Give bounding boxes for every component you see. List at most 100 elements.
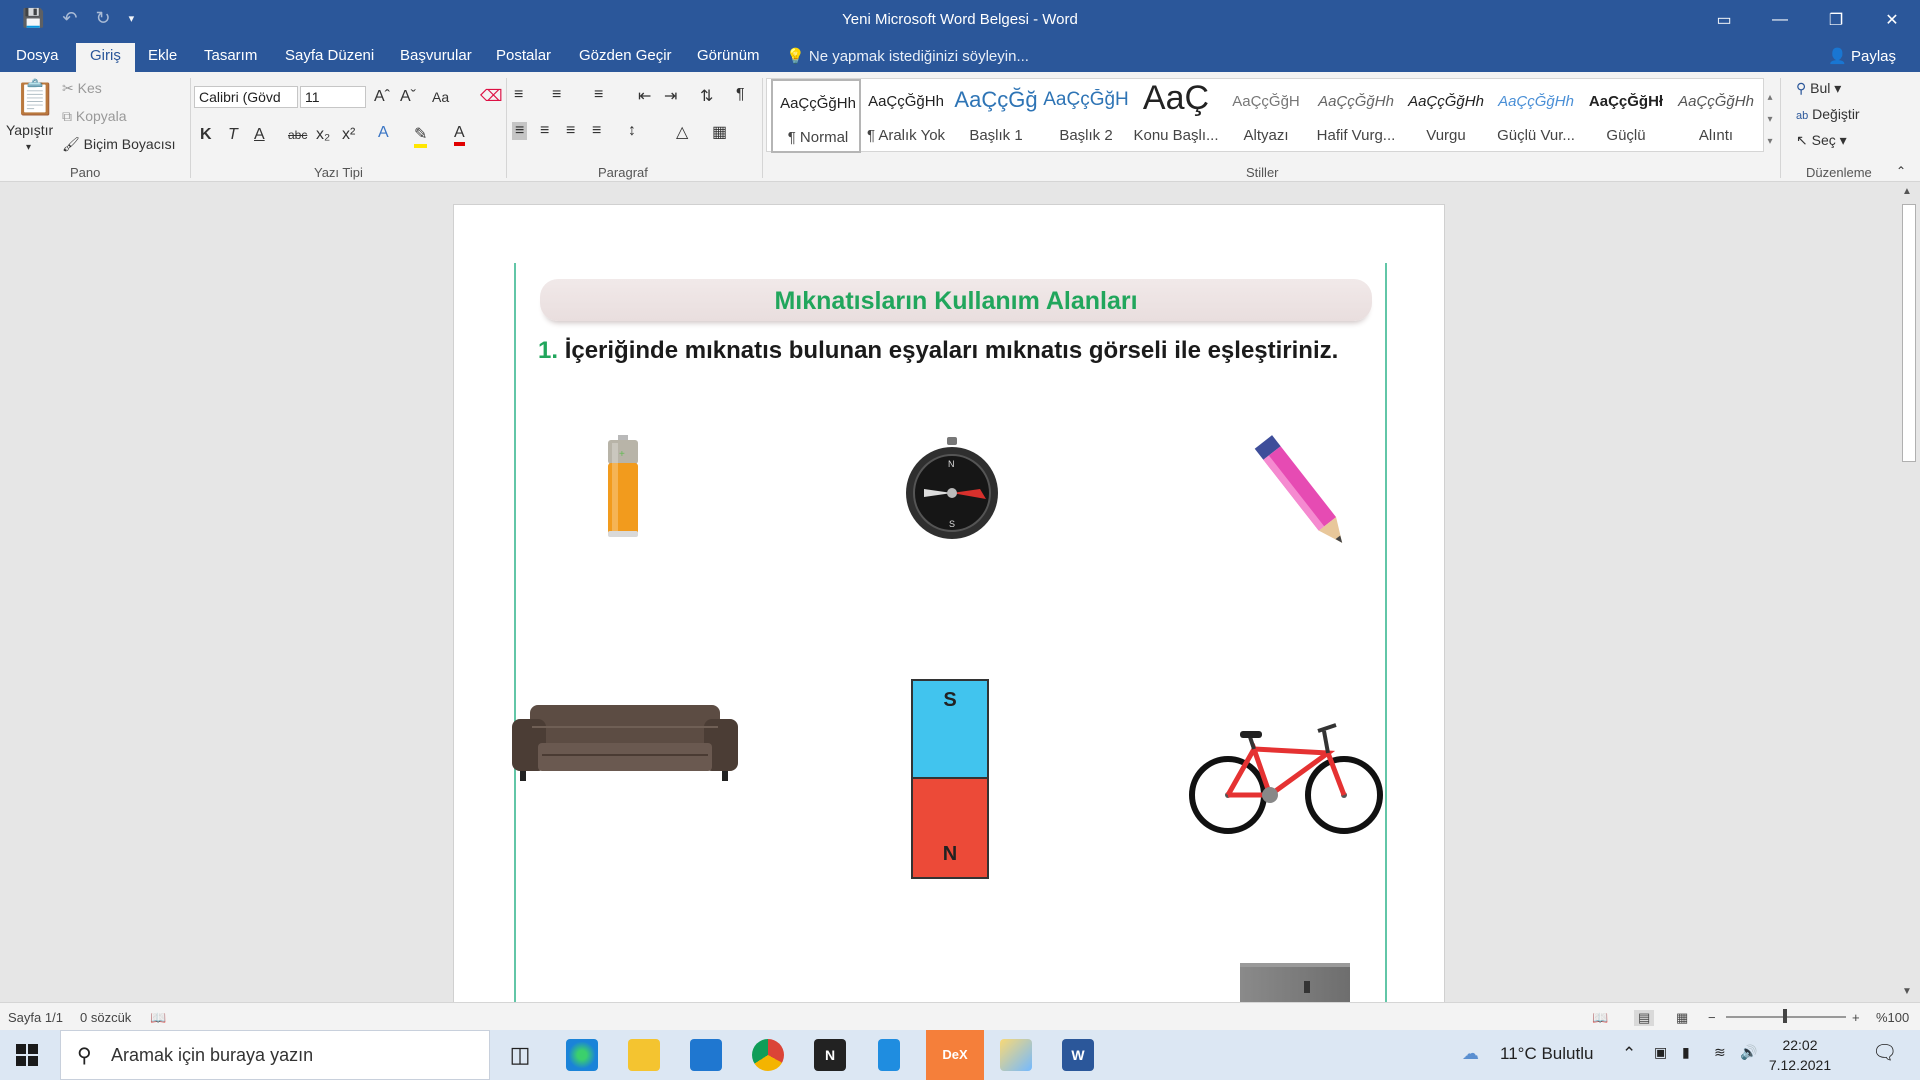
font-family-select[interactable]: Calibri (Gövd: [194, 86, 298, 108]
bullets-icon[interactable]: ≡: [514, 86, 523, 104]
style-no-spacing[interactable]: AaÇçĞğHh ¶ Aralık Yok: [861, 79, 951, 153]
weather-text[interactable]: 11°C Bulutlu: [1500, 1044, 1593, 1064]
restore-button[interactable]: ❐: [1808, 0, 1864, 40]
cut-button[interactable]: ✂ Kes: [62, 80, 102, 97]
zoom-level[interactable]: %100: [1876, 1010, 1909, 1025]
clear-formatting-icon[interactable]: ⌫: [480, 86, 503, 106]
share-button[interactable]: 👤 Paylaş: [1828, 47, 1896, 65]
notion-icon[interactable]: N: [814, 1039, 846, 1071]
document-page[interactable]: Mıknatısların Kullanım Alanları 1. İçeri…: [453, 204, 1445, 1004]
paste-dropdown-icon[interactable]: ▾: [26, 142, 31, 153]
numbering-icon[interactable]: ≡: [552, 86, 561, 104]
volume-icon[interactable]: 🔊: [1740, 1044, 1757, 1061]
style-heading-2[interactable]: AaÇçĞğH Başlık 2: [1041, 79, 1131, 153]
phone-icon[interactable]: [878, 1039, 900, 1071]
chevron-up-icon[interactable]: ⌃: [1622, 1044, 1636, 1064]
ribbon-display-options-icon[interactable]: ▭: [1696, 0, 1752, 40]
shading-icon[interactable]: △: [676, 122, 688, 142]
tell-me-box[interactable]: 💡 Ne yapmak istediğinizi söyleyin...: [786, 47, 1029, 65]
format-painter-button[interactable]: 🖌 Biçim Boyacısı: [62, 136, 175, 153]
change-case-button[interactable]: Aa: [432, 89, 449, 105]
gallery-scroll[interactable]: ▴ ▾ ▾: [1763, 87, 1777, 153]
font-size-select[interactable]: 11: [300, 86, 366, 108]
dex-app-icon[interactable]: DeX: [926, 1030, 984, 1080]
paint-icon[interactable]: [1000, 1039, 1032, 1071]
line-spacing-icon[interactable]: ↕: [628, 122, 636, 140]
print-layout-icon[interactable]: ▤: [1634, 1010, 1655, 1026]
style-emphasis[interactable]: AaÇçĞğHh Vurgu: [1401, 79, 1491, 153]
italic-button[interactable]: T: [228, 126, 238, 144]
paste-button[interactable]: Yapıştır: [6, 122, 53, 138]
style-subtitle[interactable]: AaÇçĞğH Altyazı: [1221, 79, 1311, 153]
more-icon[interactable]: ▾: [1767, 136, 1772, 147]
font-color-icon[interactable]: A: [454, 124, 465, 146]
taskbar-search-box[interactable]: ⚲ Aramak için buraya yazın: [60, 1030, 490, 1080]
subscript-button[interactable]: x₂: [316, 126, 330, 144]
tab-dosya[interactable]: Dosya: [16, 47, 59, 64]
align-center-icon[interactable]: ≡: [540, 122, 549, 140]
edge-icon[interactable]: [566, 1039, 598, 1071]
bold-button[interactable]: K: [200, 126, 212, 144]
close-button[interactable]: ✕: [1864, 0, 1920, 40]
notifications-icon[interactable]: 🗨: [1872, 1040, 1897, 1065]
task-view-icon[interactable]: ◫: [504, 1039, 536, 1071]
tablet-icon[interactable]: ▣: [1654, 1044, 1667, 1061]
paste-icon[interactable]: 📋: [14, 78, 56, 118]
tab-gorunum[interactable]: Görünüm: [697, 47, 760, 64]
tab-giris[interactable]: Giriş: [76, 43, 135, 72]
justify-icon[interactable]: ≡: [592, 122, 601, 140]
superscript-button[interactable]: x²: [342, 126, 355, 144]
style-normal[interactable]: AaÇçĞğHh ¶ Normal: [771, 79, 861, 153]
shrink-font-icon[interactable]: Aˇ: [400, 88, 416, 106]
zoom-slider-handle[interactable]: [1783, 1009, 1787, 1023]
wifi-icon[interactable]: ≋: [1714, 1044, 1726, 1061]
web-layout-icon[interactable]: ▦: [1676, 1010, 1688, 1026]
word-icon[interactable]: W: [1062, 1039, 1094, 1071]
decrease-indent-icon[interactable]: ⇤: [638, 86, 651, 106]
read-mode-icon[interactable]: 📖: [1592, 1010, 1608, 1026]
underline-button[interactable]: A: [254, 126, 265, 144]
scroll-up-icon[interactable]: ▲: [1902, 186, 1912, 197]
collapse-ribbon-icon[interactable]: ⌃: [1896, 164, 1906, 178]
sort-icon[interactable]: ⇅: [700, 86, 713, 106]
increase-indent-icon[interactable]: ⇥: [664, 86, 677, 106]
windows-start-icon[interactable]: [16, 1044, 38, 1066]
style-title[interactable]: AaÇ Konu Başlı...: [1131, 79, 1221, 153]
battery-icon[interactable]: ▮: [1682, 1044, 1690, 1061]
highlight-icon[interactable]: ✎: [414, 124, 428, 148]
minimize-button[interactable]: —: [1752, 0, 1808, 40]
chevron-up-icon[interactable]: ▴: [1767, 92, 1772, 103]
style-subtle-emphasis[interactable]: AaÇçĞğHh Hafif Vurg...: [1311, 79, 1401, 153]
style-strong[interactable]: AaÇçĞğHł Güçlü: [1581, 79, 1671, 153]
mail-icon[interactable]: [690, 1039, 722, 1071]
select-button[interactable]: ↖ Seç ▾: [1796, 132, 1847, 149]
tab-postalar[interactable]: Postalar: [496, 47, 551, 64]
style-intense-emphasis[interactable]: AaÇçĞğHh Güçlü Vur...: [1491, 79, 1581, 153]
proofing-icon[interactable]: 📖: [150, 1010, 166, 1026]
replace-button[interactable]: ab Değiştir: [1796, 106, 1860, 122]
clock[interactable]: 22:02 7.12.2021: [1760, 1035, 1840, 1075]
page-count[interactable]: Sayfa 1/1: [8, 1010, 63, 1025]
weather-cloud-icon[interactable]: ☁: [1462, 1044, 1479, 1064]
zoom-in-icon[interactable]: +: [1852, 1010, 1860, 1025]
grow-font-icon[interactable]: Aˆ: [374, 88, 390, 106]
chrome-icon[interactable]: [752, 1039, 784, 1071]
strikethrough-button[interactable]: abc: [288, 128, 307, 142]
show-marks-icon[interactable]: ¶: [736, 86, 745, 104]
tab-tasarim[interactable]: Tasarım: [204, 47, 257, 64]
copy-button[interactable]: ⧉ Kopyala: [62, 108, 126, 125]
style-heading-1[interactable]: AaÇçĞğ Başlık 1: [951, 79, 1041, 153]
tab-gozden-gecir[interactable]: Gözden Geçir: [579, 47, 672, 64]
vertical-scrollbar[interactable]: ▲ ▼: [1898, 182, 1920, 1002]
multilevel-list-icon[interactable]: ≡: [594, 86, 603, 104]
file-explorer-icon[interactable]: [628, 1039, 660, 1071]
text-effects-icon[interactable]: A: [378, 124, 389, 142]
borders-icon[interactable]: ▦: [712, 122, 727, 142]
chevron-down-icon[interactable]: ▾: [1767, 114, 1772, 125]
word-count[interactable]: 0 sözcük: [80, 1010, 131, 1025]
align-right-icon[interactable]: ≡: [566, 122, 575, 140]
tab-ekle[interactable]: Ekle: [148, 47, 177, 64]
tab-sayfa-duzeni[interactable]: Sayfa Düzeni: [285, 47, 374, 64]
scroll-down-icon[interactable]: ▼: [1902, 986, 1912, 997]
style-quote[interactable]: AaÇçĞğHh Alıntı: [1671, 79, 1761, 153]
